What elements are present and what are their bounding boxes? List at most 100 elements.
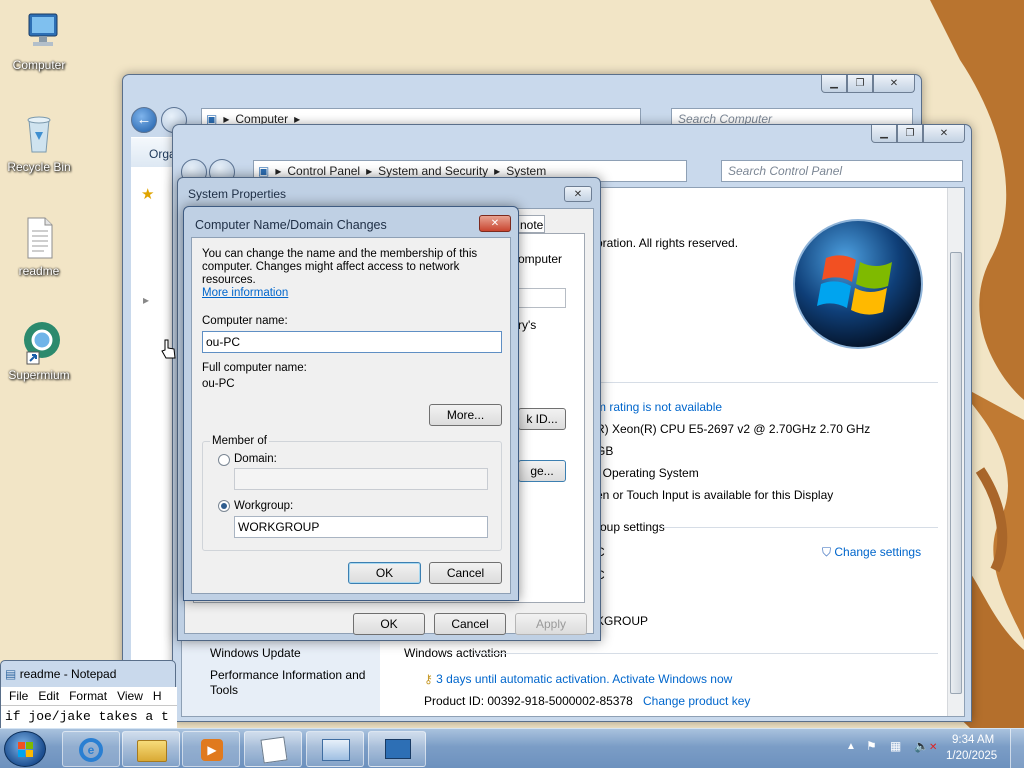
close-button[interactable]: ✕ — [479, 215, 511, 232]
computer-name-input[interactable]: ou-PC — [202, 331, 502, 353]
computer-name-dialog[interactable]: Computer Name/Domain Changes ✕ You can c… — [183, 206, 519, 601]
close-button[interactable]: ✕ — [923, 125, 965, 143]
workgroup-value: KGROUP — [596, 614, 649, 628]
domain-radio[interactable] — [218, 454, 230, 466]
notepad-title-row: ▤ readme - Notepad — [5, 667, 116, 681]
member-of-label: Member of — [210, 435, 269, 447]
radio-selected-dot — [221, 503, 227, 509]
menu-file[interactable]: File — [9, 689, 28, 703]
divider — [474, 653, 938, 654]
taskbar: e ▶ ▲ ⚑ ▦ 🔈✕ 9:34 AM 1/20/2025 — [0, 728, 1024, 768]
ok-button[interactable]: OK — [348, 562, 421, 584]
more-button[interactable]: More... — [429, 404, 502, 426]
expand-arrow-icon[interactable]: ▸ — [143, 293, 149, 307]
control-panel-search-input[interactable]: Search Control Panel — [721, 160, 963, 182]
activation-row: ⚷ 3 days until automatic activation. Act… — [424, 672, 732, 686]
full-name-text: ry's — [518, 318, 537, 332]
intro-line: You can change the name and the membersh… — [202, 248, 478, 260]
ok-button[interactable]: OK — [353, 613, 425, 635]
back-button[interactable]: ← — [131, 107, 157, 133]
apply-button[interactable]: Apply — [515, 613, 587, 635]
desktop-icon-computer[interactable]: Computer — [0, 8, 78, 72]
maximize-button[interactable]: ❐ — [847, 75, 873, 93]
clock-time[interactable]: 9:34 AM — [952, 734, 994, 746]
desktop-icon-label: Computer — [12, 58, 66, 72]
browser-icon — [15, 318, 63, 366]
network-icon[interactable]: ▦ — [890, 739, 901, 753]
taskbar-control-panel[interactable] — [306, 731, 364, 767]
system-type-text: t Operating System — [596, 466, 699, 480]
show-desktop-button[interactable] — [1010, 729, 1024, 768]
intro-line: computer. Changes might affect access to… — [202, 261, 460, 286]
change-button[interactable]: ge... — [518, 460, 566, 482]
desktop-icon-label: readme — [18, 264, 60, 278]
taskbar-system-properties[interactable] — [368, 731, 426, 767]
media-player-icon: ▶ — [201, 739, 223, 761]
breadcrumb-control-panel[interactable]: Control Panel — [287, 164, 360, 178]
action-center-flag-icon[interactable]: ⚑ — [866, 739, 877, 753]
favorites-icon[interactable]: ★ — [141, 185, 154, 203]
cancel-button[interactable]: Cancel — [429, 562, 502, 584]
maximize-button[interactable]: ❐ — [897, 125, 923, 143]
tab-remote[interactable]: note — [517, 215, 545, 233]
desktop-icon-label: Recycle Bin — [7, 160, 71, 174]
explorer-caption-buttons: ▁ ❐ ✕ — [821, 75, 915, 93]
computer-name-label: Computer name: — [202, 315, 288, 327]
desktop-icon-readme[interactable]: readme — [0, 214, 78, 278]
network-id-button[interactable]: k ID... — [518, 408, 566, 430]
cancel-button[interactable]: Cancel — [434, 613, 506, 635]
taskbar-notepad[interactable] — [244, 731, 302, 767]
breadcrumb-system[interactable]: System — [506, 164, 546, 178]
desktop-icon-supermium[interactable]: Supermium — [0, 318, 78, 382]
folder-icon — [137, 740, 167, 762]
close-button[interactable]: ✕ — [564, 186, 592, 202]
menu-format[interactable]: Format — [69, 689, 107, 703]
description-field[interactable] — [518, 288, 566, 308]
taskbar-media-player[interactable]: ▶ — [182, 731, 240, 767]
change-product-key-link[interactable]: Change product key — [643, 694, 750, 708]
computer-icon — [15, 8, 63, 56]
more-information-link[interactable]: More information — [202, 287, 510, 300]
activate-windows-link[interactable]: 3 days until automatic activation. Activ… — [436, 672, 732, 686]
volume-muted-icon[interactable]: 🔈✕ — [914, 739, 937, 753]
show-hidden-icons-button[interactable]: ▲ — [846, 741, 856, 752]
control-panel-icon: ▣ — [258, 164, 270, 178]
system-properties-title: System Properties — [188, 187, 287, 201]
notepad-text-area[interactable]: if joe/jake takes a t — [1, 705, 177, 728]
domain-input[interactable] — [234, 468, 488, 490]
mute-x: ✕ — [928, 742, 938, 753]
key-icon: ⚷ — [424, 672, 433, 686]
clock-date[interactable]: 1/20/2025 — [946, 750, 997, 762]
start-button[interactable] — [4, 731, 46, 767]
vertical-scrollbar[interactable] — [947, 188, 964, 716]
desktop: Computer Recycle Bin readme Supermium ▁ … — [0, 0, 1024, 728]
close-button[interactable]: ✕ — [873, 75, 915, 93]
menu-edit[interactable]: Edit — [38, 689, 59, 703]
performance-info-link[interactable]: Performance Information and Tools — [210, 668, 380, 698]
workgroup-label: Workgroup: — [234, 500, 294, 512]
notepad-icon: ▤ — [5, 667, 17, 681]
breadcrumb-system-and-security[interactable]: System and Security — [378, 164, 488, 178]
intro-text: You can change the name and the membersh… — [202, 248, 510, 300]
hand-cursor-icon — [161, 339, 176, 359]
change-settings-link[interactable]: ⛉ Change settings — [822, 545, 921, 560]
shield-icon: ⛉ — [822, 545, 832, 559]
divider — [596, 382, 938, 383]
minimize-button[interactable]: ▁ — [871, 125, 897, 143]
processor-text: R) Xeon(R) CPU E5-2697 v2 @ 2.70GHz 2.70… — [596, 422, 871, 436]
menu-help[interactable]: H — [153, 689, 162, 703]
notepad-window[interactable]: ▤ readme - Notepad File Edit Format View… — [0, 660, 177, 728]
workgroup-radio[interactable] — [218, 500, 230, 512]
menu-view[interactable]: View — [117, 689, 143, 703]
windows-update-link[interactable]: Windows Update — [210, 646, 301, 660]
rating-link[interactable]: m rating is not available — [596, 400, 722, 414]
recycle-bin-icon — [15, 110, 63, 158]
taskbar-explorer[interactable] — [122, 731, 180, 767]
minimize-button[interactable]: ▁ — [821, 75, 847, 93]
address-separator: ▸ — [366, 164, 373, 178]
scrollbar-thumb[interactable] — [950, 252, 962, 694]
text-file-icon — [15, 214, 63, 262]
workgroup-input[interactable]: WORKGROUP — [234, 516, 488, 538]
taskbar-internet-explorer[interactable]: e — [62, 731, 120, 767]
desktop-icon-recycle-bin[interactable]: Recycle Bin — [0, 110, 78, 174]
